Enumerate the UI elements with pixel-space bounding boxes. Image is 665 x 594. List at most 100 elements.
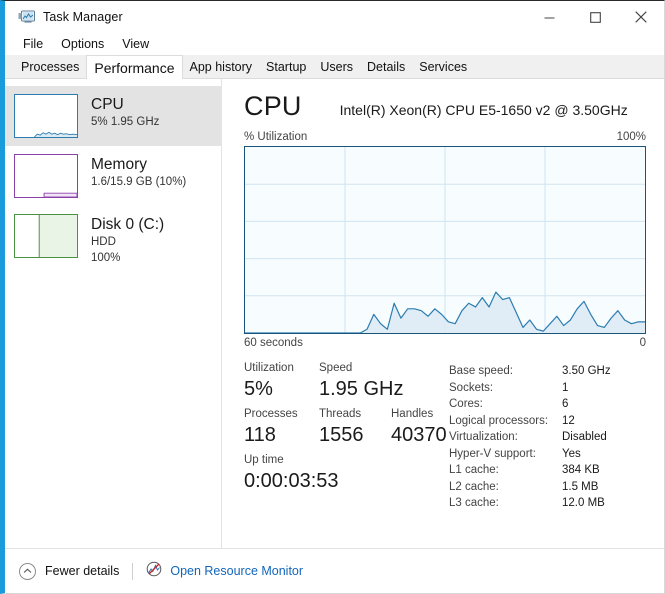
footer-bar: Fewer details Open Resource Monitor (5, 548, 664, 593)
stat-threads: Threads 1556 (319, 406, 391, 449)
fewer-details-label: Fewer details (45, 564, 120, 578)
sidebar-cpu-subtitle: 5% 1.95 GHz (91, 116, 160, 128)
spec-row: Cores: 6 (449, 396, 646, 413)
spec-value: 12 (562, 414, 575, 427)
spec-value: 1 (562, 381, 569, 394)
spec-key: Sockets: (449, 381, 494, 394)
window-controls (526, 1, 664, 33)
stat-processes: Processes 118 (244, 406, 319, 449)
system-specs-list: Base speed: 3.50 GHz Sockets: 1 Cores: 6… (449, 360, 646, 512)
spec-row: L1 cache: 384 KB (449, 462, 646, 479)
sidebar-memory-meta: Memory 1.6/15.9 GB (10%) (91, 154, 186, 190)
spec-key: L3 cache: (449, 497, 499, 509)
tab-bar: Processes Performance App history Startu… (5, 55, 664, 79)
graph-y-axis-label: % Utilization (244, 131, 308, 143)
graph-x-end-label: 0 (639, 337, 646, 349)
content-area: CPU 5% 1.95 GHz Memory 1.6/15.9 GB (10%) (5, 79, 664, 548)
resource-sidebar: CPU 5% 1.95 GHz Memory 1.6/15.9 GB (10%) (5, 79, 222, 548)
sidebar-item-disk[interactable]: Disk 0 (C:) HDD 100% (5, 206, 221, 266)
sidebar-cpu-title: CPU (91, 96, 124, 113)
cpu-thumbnail-graph (14, 94, 78, 138)
sidebar-memory-subtitle: 1.6/15.9 GB (10%) (91, 176, 187, 188)
minimize-button[interactable] (526, 1, 572, 33)
sidebar-item-memory[interactable]: Memory 1.6/15.9 GB (10%) (5, 146, 221, 206)
stats-row-processes-threads-handles: Processes 118 Threads 1556 Handles 40370 (244, 406, 449, 449)
spec-value: 6 (562, 398, 569, 410)
maximize-button[interactable] (572, 1, 618, 33)
footer-divider (132, 562, 134, 580)
sidebar-disk-meta: Disk 0 (C:) HDD 100% (91, 214, 164, 266)
sidebar-item-cpu[interactable]: CPU 5% 1.95 GHz (5, 86, 221, 146)
stat-utilization-label: Utilization (244, 362, 294, 374)
menu-item-view[interactable]: View (113, 35, 158, 53)
menu-item-file[interactable]: File (14, 35, 52, 53)
spec-row: Sockets: 1 (449, 380, 646, 397)
resource-monitor-label: Open Resource Monitor (170, 564, 304, 578)
resource-monitor-icon (146, 561, 162, 582)
sidebar-cpu-meta: CPU 5% 1.95 GHz (91, 94, 159, 130)
spec-key: Cores: (449, 398, 483, 410)
menu-bar: File Options View (5, 33, 664, 55)
memory-thumbnail-graph (14, 154, 78, 198)
spec-value: 384 KB (562, 464, 600, 476)
stat-processes-label: Processes (244, 408, 298, 420)
spec-key: L1 cache: (449, 464, 499, 476)
stats-left-column: Utilization 5% Speed 1.95 GHz Processes … (244, 360, 449, 512)
stat-uptime: Up time 0:00:03:53 (244, 452, 339, 495)
title-bar: Task Manager (5, 1, 664, 33)
sidebar-memory-title: Memory (91, 156, 147, 173)
tab-performance[interactable]: Performance (86, 55, 183, 79)
panel-header: CPU Intel(R) Xeon(R) CPU E5-1650 v2 @ 3.… (244, 91, 646, 122)
spec-row: Hyper-V support: Yes (449, 446, 646, 463)
stat-uptime-value: 0:00:03:53 (244, 470, 339, 492)
menu-item-options[interactable]: Options (52, 35, 113, 53)
stats-row-utilization-speed: Utilization 5% Speed 1.95 GHz (244, 360, 449, 403)
tab-startup[interactable]: Startup (259, 57, 313, 78)
spec-row: L3 cache: 12.0 MB (449, 495, 646, 512)
spec-row: Base speed: 3.50 GHz (449, 363, 646, 380)
fewer-details-button[interactable]: Fewer details (19, 562, 120, 580)
stat-utilization-value: 5% (244, 378, 273, 400)
spec-key: Logical processors: (449, 414, 549, 427)
tab-users[interactable]: Users (313, 57, 360, 78)
spec-row: Virtualization: Disabled (449, 429, 646, 446)
sidebar-disk-subtitle: HDD (91, 236, 116, 248)
tab-services[interactable]: Services (412, 57, 474, 78)
spec-key: Hyper-V support: (449, 447, 536, 460)
open-resource-monitor-link[interactable]: Open Resource Monitor (146, 561, 303, 582)
spec-row: L2 cache: 1.5 MB (449, 479, 646, 496)
spec-key: Virtualization: (449, 431, 518, 443)
cpu-graph-svg (245, 147, 645, 333)
window-title: Task Manager (43, 10, 123, 24)
stat-utilization: Utilization 5% (244, 360, 319, 403)
graph-y-max-label: 100% (616, 131, 646, 143)
graph-bottom-labels: 60 seconds 0 (244, 337, 646, 349)
spec-value: 12.0 MB (562, 497, 605, 509)
chevron-up-icon (19, 562, 36, 580)
stat-processes-value: 118 (244, 424, 276, 446)
cpu-detail-panel: CPU Intel(R) Xeon(R) CPU E5-1650 v2 @ 3.… (223, 79, 664, 548)
sidebar-disk-subtitle2: 100% (91, 252, 121, 264)
spec-value: 1.5 MB (562, 480, 599, 493)
disk-thumbnail-graph (14, 214, 78, 258)
tab-details[interactable]: Details (360, 57, 412, 78)
spec-value: 3.50 GHz (562, 365, 611, 377)
close-button[interactable] (618, 1, 664, 33)
stat-uptime-label: Up time (244, 454, 284, 466)
task-manager-window: Task Manager File Options View Processes… (0, 0, 665, 594)
tab-app-history[interactable]: App history (183, 57, 260, 78)
cpu-model-name: Intel(R) Xeon(R) CPU E5-1650 v2 @ 3.50GH… (339, 102, 628, 118)
graph-top-labels: % Utilization 100% (244, 131, 646, 143)
spec-key: Base speed: (449, 365, 513, 377)
spec-value: Disabled (562, 431, 607, 443)
stat-speed-label: Speed (319, 362, 353, 374)
stats-area: Utilization 5% Speed 1.95 GHz Processes … (244, 360, 646, 512)
spec-row: Logical processors: 12 (449, 413, 646, 430)
stat-speed-value: 1.95 GHz (319, 378, 404, 400)
tab-processes[interactable]: Processes (14, 57, 86, 78)
stat-speed: Speed 1.95 GHz (319, 360, 439, 403)
cpu-utilization-graph[interactable] (244, 146, 646, 334)
page-title: CPU (244, 91, 302, 121)
task-manager-icon (17, 9, 35, 25)
stats-row-uptime: Up time 0:00:03:53 (244, 452, 449, 495)
